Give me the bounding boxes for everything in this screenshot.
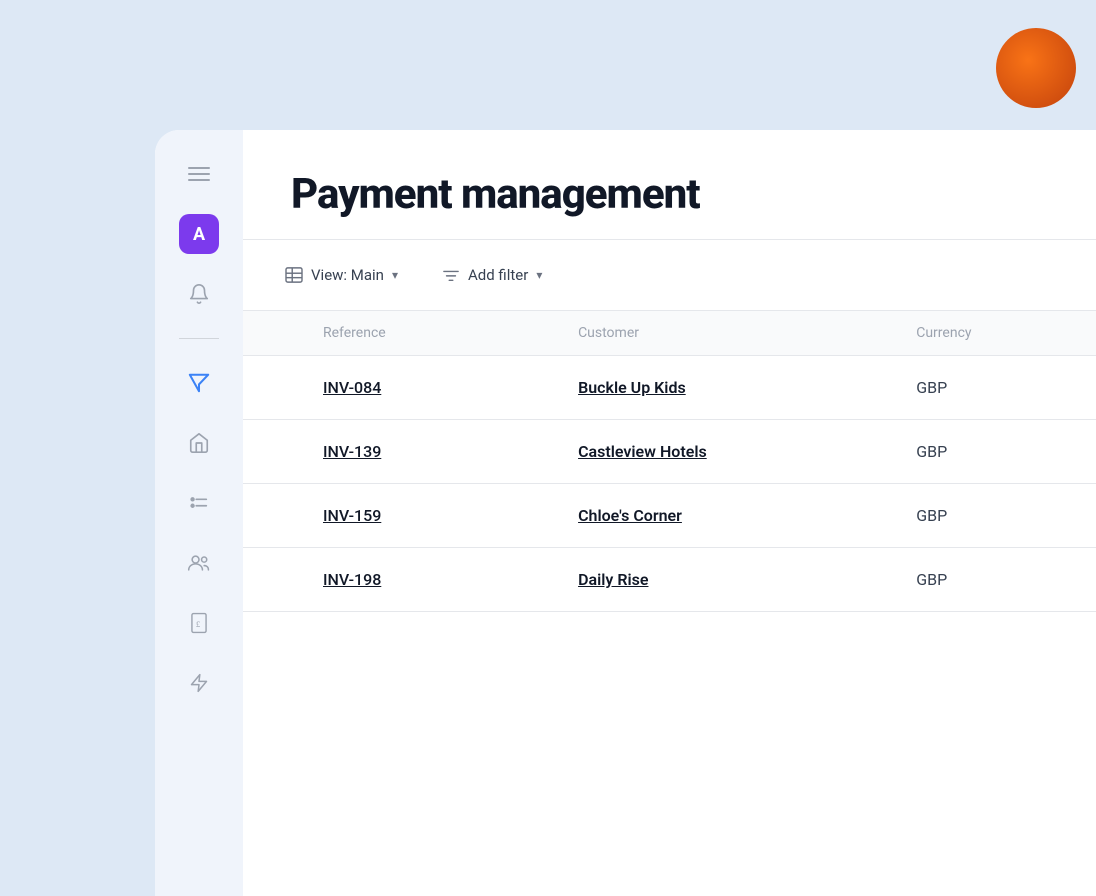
- page-title: Payment management: [291, 170, 1048, 219]
- sidebar-item-avatar[interactable]: A: [179, 214, 219, 254]
- payment-table: Reference Customer Currency INV-084 Buck…: [243, 311, 1096, 612]
- invoice-icon: £: [189, 612, 209, 634]
- page-header: Payment management: [243, 130, 1096, 240]
- reference-link[interactable]: INV-198: [323, 570, 381, 589]
- sidebar-item-lightning[interactable]: [179, 663, 219, 703]
- decorative-orb: [996, 28, 1076, 108]
- table-row: INV-084 Buckle Up Kids GBP: [243, 356, 1096, 420]
- table-icon: [285, 267, 303, 283]
- checklist-icon: [188, 492, 210, 514]
- sidebar-item-filter[interactable]: [179, 363, 219, 403]
- table-row: INV-139 Castleview Hotels GBP: [243, 420, 1096, 484]
- view-selector[interactable]: View: Main ▾: [275, 260, 408, 290]
- table-row: INV-198 Daily Rise GBP: [243, 548, 1096, 612]
- currency-value: GBP: [916, 442, 947, 461]
- customer-link[interactable]: Buckle Up Kids: [578, 378, 686, 397]
- content-area: Payment management View: Main ▾: [243, 130, 1096, 896]
- table-row: INV-159 Chloe's Corner GBP: [243, 484, 1096, 548]
- sidebar-item-menu[interactable]: [179, 154, 219, 194]
- sidebar-item-checklist[interactable]: [179, 483, 219, 523]
- view-label: View: Main: [311, 266, 384, 284]
- customer-link[interactable]: Chloe's Corner: [578, 506, 682, 525]
- col-reference: Reference: [243, 311, 530, 356]
- reference-link[interactable]: INV-084: [323, 378, 381, 397]
- sidebar-item-invoice[interactable]: £: [179, 603, 219, 643]
- customer-link[interactable]: Castleview Hotels: [578, 442, 707, 461]
- avatar-label: A: [193, 224, 205, 245]
- filter-icon: [442, 267, 460, 283]
- sidebar-item-team[interactable]: [179, 543, 219, 583]
- sidebar-divider-1: [179, 338, 219, 339]
- filter-chevron-icon: ▾: [536, 268, 542, 282]
- reference-link[interactable]: INV-139: [323, 442, 381, 461]
- currency-value: GBP: [916, 506, 947, 525]
- currency-value: GBP: [916, 378, 947, 397]
- col-currency: Currency: [868, 311, 1096, 356]
- chevron-down-icon: ▾: [392, 268, 398, 282]
- sidebar-item-home[interactable]: [179, 423, 219, 463]
- add-filter-button[interactable]: Add filter ▾: [432, 260, 552, 290]
- bell-icon: [188, 283, 210, 305]
- svg-text:£: £: [196, 619, 201, 629]
- filter-y-icon: [188, 372, 210, 394]
- filter-label: Add filter: [468, 266, 528, 284]
- table-body: INV-084 Buckle Up Kids GBP INV-139 Castl…: [243, 356, 1096, 612]
- sidebar: A: [155, 130, 243, 896]
- customer-link[interactable]: Daily Rise: [578, 570, 648, 589]
- toolbar: View: Main ▾ Add filter ▾: [243, 240, 1096, 311]
- home-icon: [188, 432, 210, 454]
- menu-icon: [188, 167, 210, 181]
- table-container: Reference Customer Currency INV-084 Buck…: [243, 311, 1096, 896]
- lightning-icon: [189, 672, 209, 694]
- main-card: Payment management View: Main ▾: [155, 130, 1096, 896]
- sidebar-item-notifications[interactable]: [179, 274, 219, 314]
- currency-value: GBP: [916, 570, 947, 589]
- reference-link[interactable]: INV-159: [323, 506, 381, 525]
- table-header: Reference Customer Currency: [243, 311, 1096, 356]
- col-customer: Customer: [530, 311, 868, 356]
- team-icon: [187, 552, 211, 574]
